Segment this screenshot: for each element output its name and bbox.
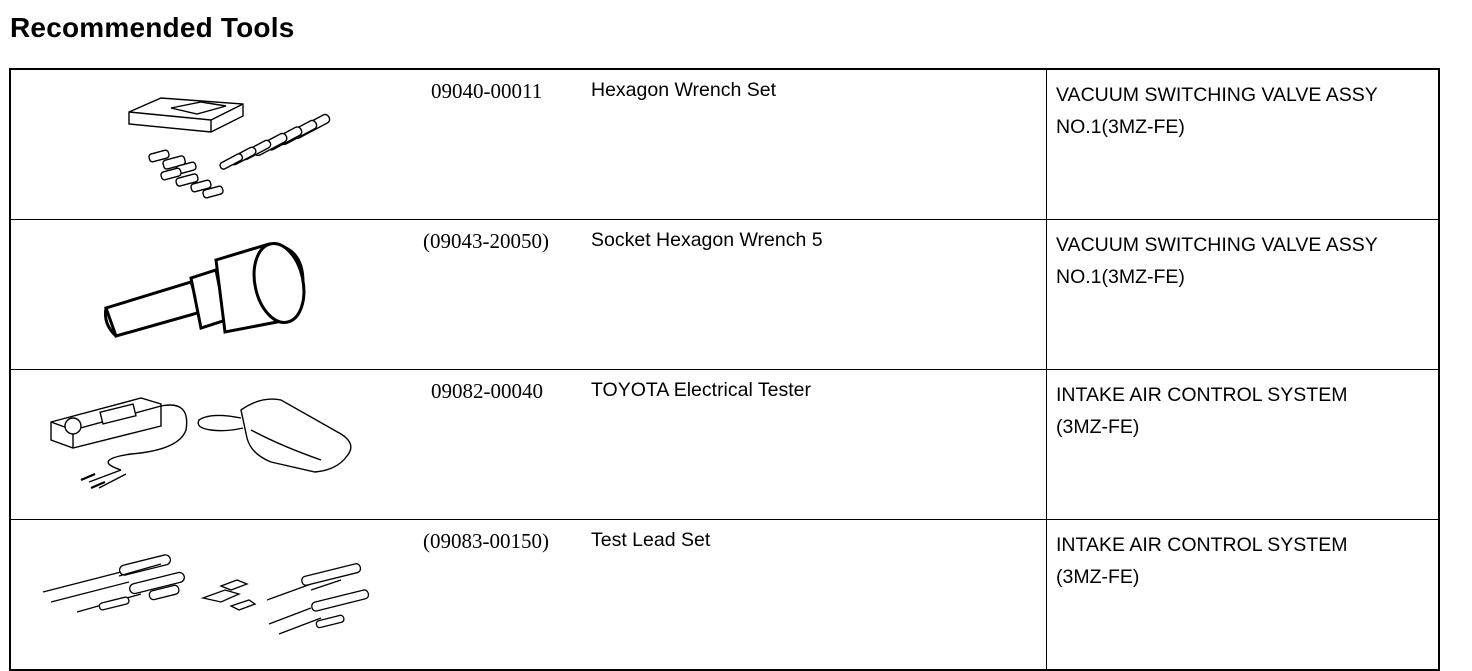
socket-hexagon-wrench-illustration xyxy=(104,242,306,338)
hexagon-wrench-set-illustration xyxy=(128,97,331,199)
tool-name: TOYOTA Electrical Tester xyxy=(591,379,811,401)
usage-line: NO.1(3MZ-FE) xyxy=(1056,116,1185,138)
part-number: 09040-00011 xyxy=(431,79,543,103)
usage-line: (3MZ-FE) xyxy=(1056,566,1140,588)
part-number-cell: (09083-00150) xyxy=(416,519,591,671)
usage-line: INTAKE AIR CONTROL SYSTEM xyxy=(1056,384,1348,406)
tool-name: Socket Hexagon Wrench 5 xyxy=(591,229,823,251)
table-row: (09083-00150) Test Lead Set INTAKE AIR C… xyxy=(10,519,1439,671)
table-row: 09082-00040 TOYOTA Electrical Tester INT… xyxy=(10,369,1439,520)
tool-image-cell xyxy=(10,68,416,220)
part-number: (09043-20050) xyxy=(423,229,549,253)
part-number-cell: 09040-00011 xyxy=(416,68,591,220)
tool-name: Test Lead Set xyxy=(591,529,711,551)
electrical-tester-illustration xyxy=(50,397,352,490)
table-row: (09043-20050) Socket Hexagon Wrench 5 VA… xyxy=(10,219,1439,370)
usage-line: VACUUM SWITCHING VALVE ASSY xyxy=(1056,84,1378,106)
tool-image-cell xyxy=(10,519,416,671)
tool-name-cell: Socket Hexagon Wrench 5 xyxy=(591,219,1047,370)
tool-name: Hexagon Wrench Set xyxy=(591,79,776,101)
part-number-cell: 09082-00040 xyxy=(416,369,591,520)
tool-image-cell xyxy=(10,219,416,370)
usage-cell: INTAKE AIR CONTROL SYSTEM (3MZ-FE) xyxy=(1046,519,1439,671)
usage-line: VACUUM SWITCHING VALVE ASSY xyxy=(1056,234,1378,256)
test-lead-set-illustration xyxy=(42,554,370,635)
part-number-cell: (09043-20050) xyxy=(416,219,591,370)
usage-line: INTAKE AIR CONTROL SYSTEM xyxy=(1056,534,1348,556)
usage-cell: VACUUM SWITCHING VALVE ASSY NO.1(3MZ-FE) xyxy=(1046,68,1439,220)
page-title: Recommended Tools xyxy=(10,12,295,43)
part-number: (09083-00150) xyxy=(423,529,549,553)
usage-line: (3MZ-FE) xyxy=(1056,416,1140,438)
usage-cell: VACUUM SWITCHING VALVE ASSY NO.1(3MZ-FE) xyxy=(1046,219,1439,370)
table-row: 09040-00011 Hexagon Wrench Set VACUUM SW… xyxy=(10,68,1439,220)
tool-image-cell xyxy=(10,369,416,520)
tool-name-cell: TOYOTA Electrical Tester xyxy=(591,369,1047,520)
usage-line: NO.1(3MZ-FE) xyxy=(1056,266,1185,288)
tool-name-cell: Hexagon Wrench Set xyxy=(591,68,1047,220)
usage-cell: INTAKE AIR CONTROL SYSTEM (3MZ-FE) xyxy=(1046,369,1439,520)
recommended-tools-table: 09040-00011 Hexagon Wrench Set VACUUM SW… xyxy=(9,68,1440,671)
tool-name-cell: Test Lead Set xyxy=(591,519,1047,671)
part-number: 09082-00040 xyxy=(431,379,543,403)
